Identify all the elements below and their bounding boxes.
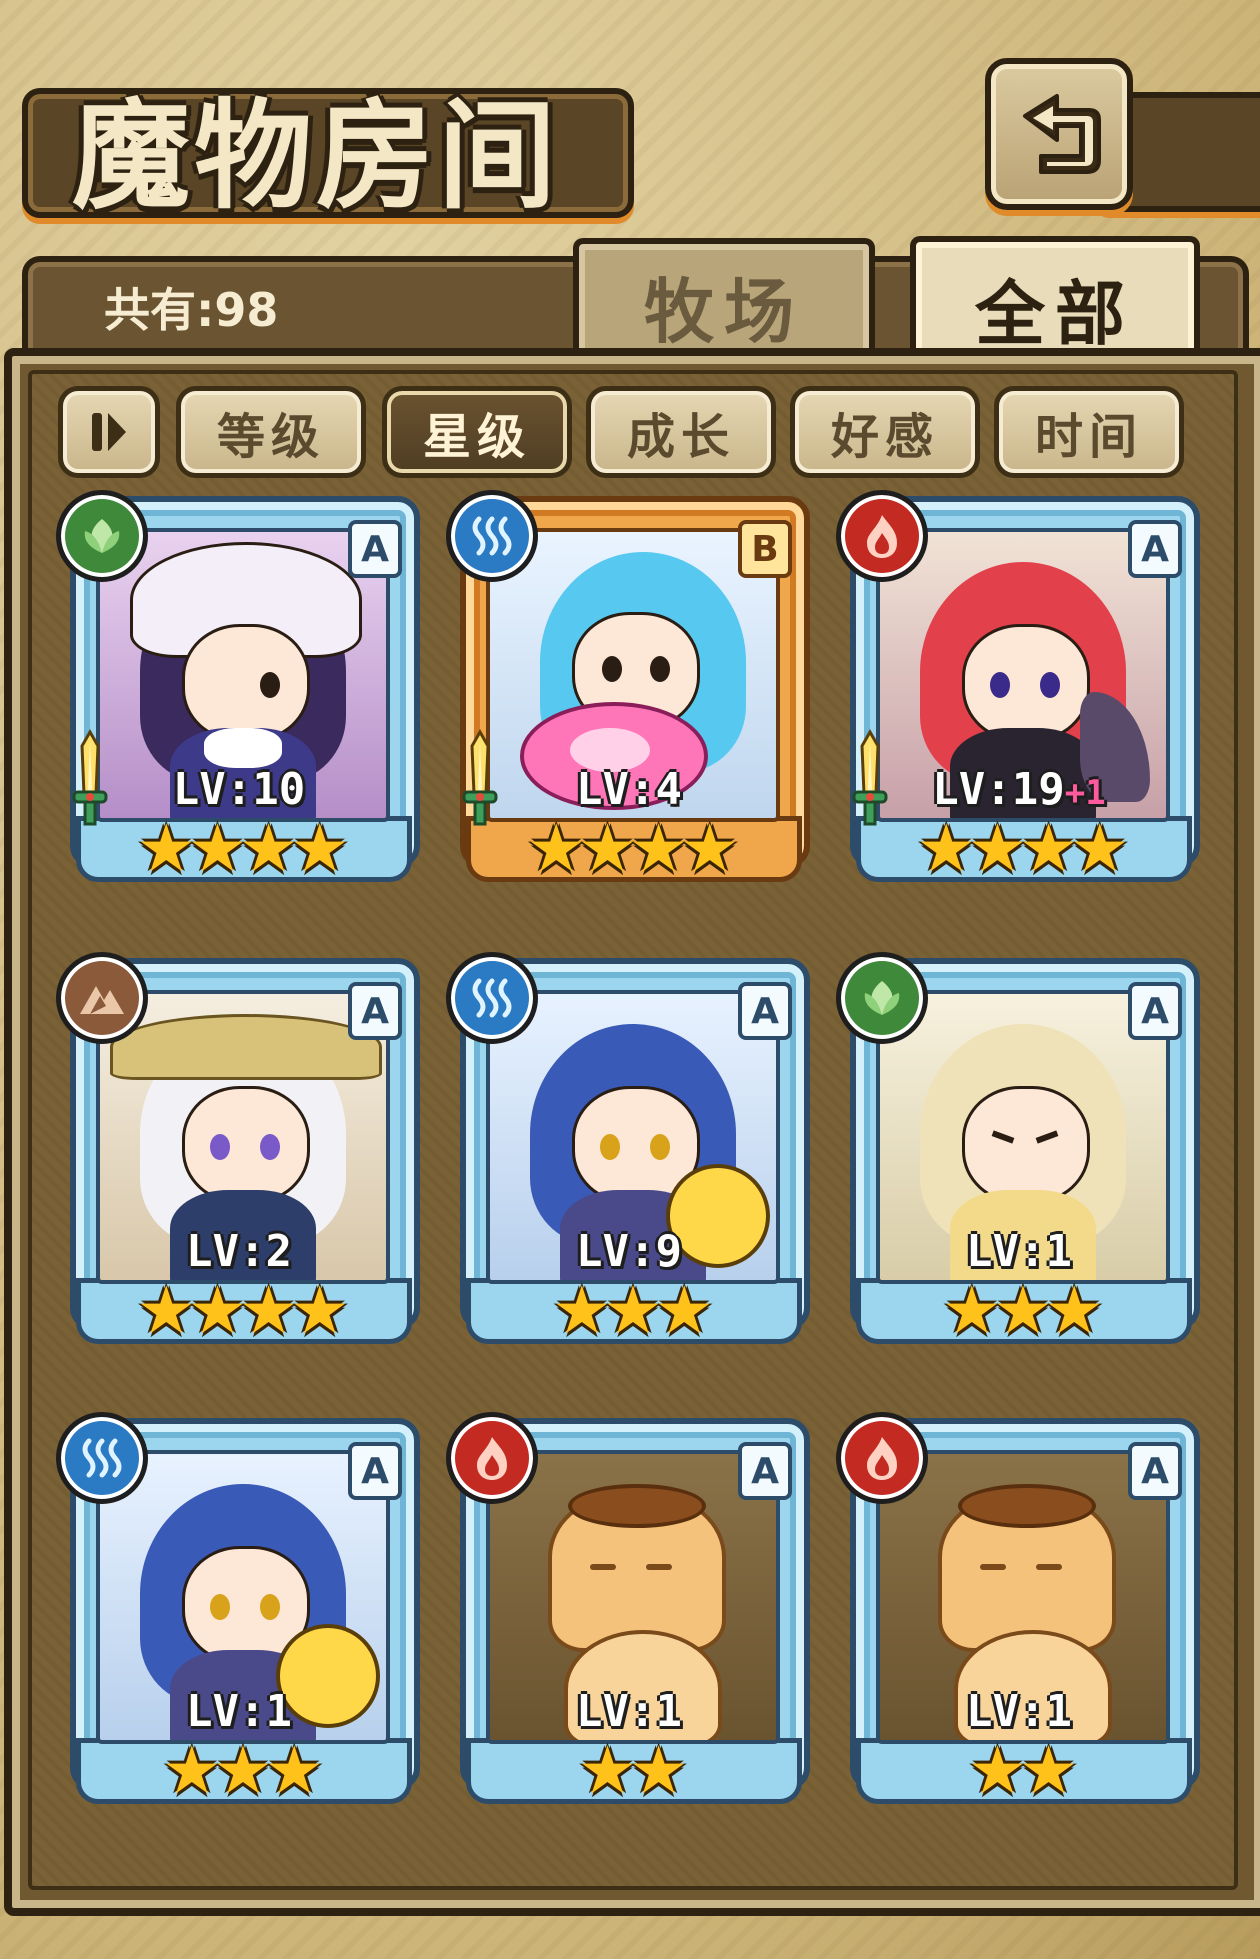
level-label: LV:1 [842,1686,1196,1737]
rank-badge: A [1128,520,1182,578]
level-value: LV:1 [186,1686,292,1737]
star-rating: ★★★★ [916,810,1130,887]
earth-element-icon [56,952,148,1044]
level-value: LV:9 [576,1226,682,1277]
monster-card[interactable]: A LV:2 ★★★★ [56,952,420,1349]
sort-order-icon [92,413,126,451]
monster-card[interactable]: A LV:9 ★★★ [446,952,810,1349]
level-bonus: +1 [1064,773,1106,813]
star-rating: ★★★★ [136,810,350,887]
rank-badge: A [1128,1442,1182,1500]
level-value: LV:19 [932,764,1065,815]
level-label: LV:1 [842,1226,1196,1277]
monster-card[interactable]: A LV:1 ★★ [836,1412,1200,1809]
back-button[interactable] [985,58,1133,210]
level-value: LV:10 [172,764,306,815]
level-value: LV:1 [576,1686,682,1737]
sort-level-button[interactable]: 等级 [176,386,366,478]
fire-element-icon [836,1412,928,1504]
star-rating: ★★★★ [136,1272,350,1349]
level-value: LV:2 [186,1226,292,1277]
grass-element-icon [56,490,148,582]
rank-badge: A [348,982,402,1040]
level-label: LV:10 [62,764,416,815]
star-rating: ★★★★ [526,810,740,887]
star-rating: ★★★ [942,1272,1104,1349]
level-value: LV:4 [576,764,682,815]
sort-time-button[interactable]: 时间 [994,386,1184,478]
sort-star-button[interactable]: 星级 [382,386,572,478]
level-label: LV:2 [62,1226,416,1277]
level-label: LV:4 [452,764,806,815]
monster-card[interactable]: A LV:19+1 ★★★★ [836,490,1200,887]
water-element-icon [56,1412,148,1504]
level-label: LV:19+1 [842,764,1196,815]
water-element-icon [446,490,538,582]
level-value: LV:1 [966,1686,1072,1737]
sort-order-toggle[interactable] [58,386,160,478]
rank-badge: A [738,982,792,1040]
rank-badge: A [348,520,402,578]
level-label: LV:1 [62,1686,416,1737]
monster-card[interactable]: A LV:1 ★★ [446,1412,810,1809]
page-title: 魔物房间 [72,87,561,225]
level-label: LV:9 [452,1226,806,1277]
rank-badge: A [348,1442,402,1500]
level-label: LV:1 [452,1686,806,1737]
fire-element-icon [836,490,928,582]
monster-count: 共有:98 [104,283,279,337]
rank-badge: B [738,520,792,578]
star-rating: ★★★ [162,1732,324,1809]
star-rating: ★★ [967,1732,1078,1809]
sort-growth-button[interactable]: 成长 [586,386,776,478]
grass-element-icon [836,952,928,1044]
monster-card[interactable]: A LV:10 ★★★★ [56,490,420,887]
fire-element-icon [446,1412,538,1504]
rank-badge: A [738,1442,792,1500]
monster-card[interactable]: B LV:4 ★★★★ [446,490,810,887]
level-value: LV:1 [966,1226,1072,1277]
star-rating: ★★★ [552,1272,714,1349]
rank-badge: A [1128,982,1182,1040]
star-rating: ★★ [577,1732,688,1809]
monster-card[interactable]: A LV:1 ★★★ [836,952,1200,1349]
sort-affection-button[interactable]: 好感 [790,386,980,478]
water-element-icon [446,952,538,1044]
return-icon [1023,94,1101,174]
monster-card[interactable]: A LV:1 ★★★ [56,1412,420,1809]
